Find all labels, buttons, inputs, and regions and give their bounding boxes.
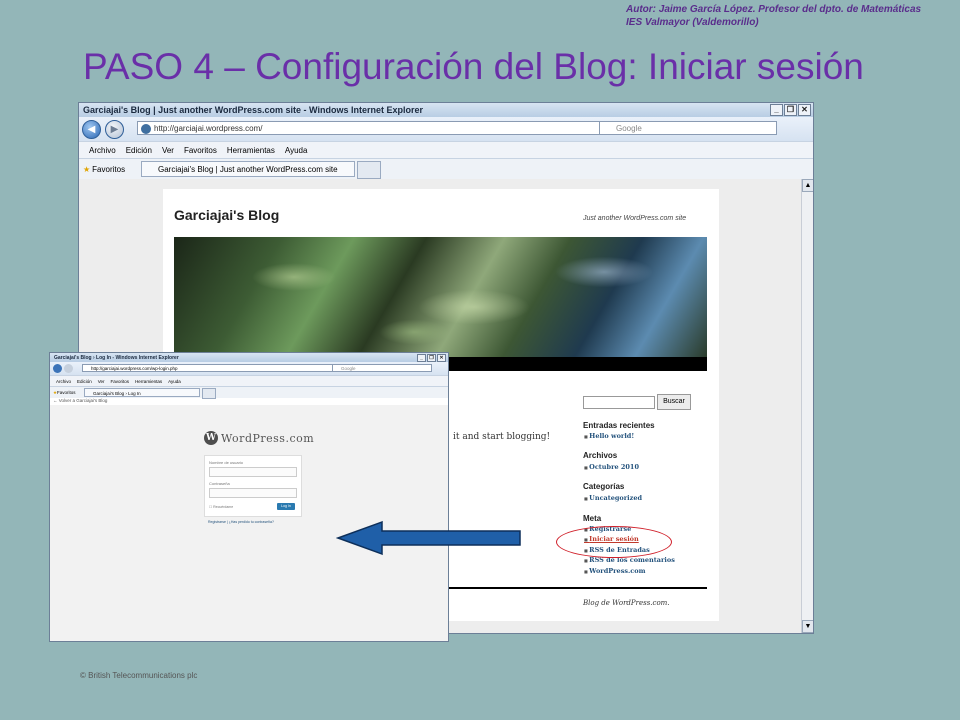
wordpress-logo: W WordPress.com — [204, 431, 314, 445]
login-search-input[interactable]: Google — [332, 364, 432, 372]
menu-favoritos[interactable]: Favoritos — [111, 379, 130, 384]
remember-checkbox[interactable]: ☐ Recuérdame — [209, 505, 233, 509]
minimize-icon[interactable]: _ — [417, 354, 426, 362]
login-tab[interactable]: Garciajai's Blog › Log In — [84, 388, 200, 397]
menu-edicion[interactable]: Edición — [126, 146, 152, 155]
sidebar-link[interactable]: Hello world! — [584, 432, 634, 440]
menu-ver[interactable]: Ver — [162, 146, 174, 155]
header-image — [174, 237, 707, 357]
address-row: ◀ ▶ http://garciajai.wordpress.com/ Goog… — [79, 117, 813, 141]
sidebar-link[interactable]: Uncategorized — [584, 494, 642, 502]
menu-archivo[interactable]: Archivo — [89, 146, 116, 155]
browser-title: Garciajai's Blog | Just another WordPres… — [83, 105, 423, 115]
login-menu-bar: Archivo Edición Ver Favoritos Herramient… — [50, 375, 448, 386]
close-icon[interactable]: ✕ — [437, 354, 446, 362]
wordpress-wordmark: WordPress.com — [221, 431, 315, 445]
slide-title: PASO 4 – Configuración del Blog: Iniciar… — [83, 46, 864, 87]
sidebar-heading: Archivos — [583, 451, 618, 460]
sidebar-heading: Categorías — [583, 482, 625, 491]
sidebar-heading: Meta — [583, 514, 602, 523]
back-icon[interactable] — [53, 364, 62, 373]
vertical-scrollbar[interactable]: ▲ ▼ — [801, 179, 813, 633]
site-icon — [141, 124, 151, 134]
login-button[interactable]: Log In — [277, 503, 295, 510]
username-field[interactable] — [209, 467, 297, 477]
maximize-icon[interactable]: ❐ — [784, 104, 797, 116]
menu-herramientas[interactable]: Herramientas — [135, 379, 162, 384]
blog-search-input[interactable] — [583, 396, 655, 409]
forward-icon[interactable] — [64, 364, 73, 373]
favorites-bar: ★ Favoritos Garciajai's Blog | Just anot… — [79, 159, 813, 179]
back-to-blog-link[interactable]: ← Volver a Garciajai's Blog — [53, 398, 107, 403]
login-address-row: http://garciajai.wordpress.com/wp-login.… — [50, 362, 448, 375]
login-favorites-bar: ★ Favoritos Garciajai's Blog › Log In — [50, 386, 448, 399]
menu-herramientas[interactable]: Herramientas — [227, 146, 275, 155]
blog-title[interactable]: Garciajai's Blog — [174, 207, 279, 223]
favorites-button[interactable]: Favoritos — [92, 165, 125, 174]
menu-ayuda[interactable]: Ayuda — [168, 379, 181, 384]
back-icon[interactable]: ◀ — [82, 119, 101, 139]
username-label: Nombre de usuario — [209, 460, 244, 465]
login-form: Nombre de usuario Contraseña ☐ Recuérdam… — [204, 455, 302, 517]
new-tab-button[interactable] — [202, 388, 216, 399]
new-tab-button[interactable] — [357, 161, 381, 179]
login-window: Garciajai's Blog › Log In - Windows Inte… — [49, 352, 449, 642]
login-window-title: Garciajai's Blog › Log In - Windows Inte… — [54, 354, 179, 361]
blog-search-button[interactable]: Buscar — [657, 394, 691, 410]
author-credit: Autor: Jaime García López. Profesor del … — [626, 3, 921, 29]
author-line-1: Autor: Jaime García López. Profesor del … — [626, 4, 922, 15]
favorites-button[interactable]: Favoritos — [57, 390, 76, 395]
forward-icon[interactable]: ▶ — [105, 119, 124, 139]
left-arrow-icon — [336, 520, 521, 556]
menu-archivo[interactable]: Archivo — [56, 379, 71, 384]
highlight-circle — [556, 526, 672, 558]
menu-edicion[interactable]: Edición — [77, 379, 92, 384]
browser-titlebar: Garciajai's Blog | Just another WordPres… — [79, 103, 813, 117]
scroll-down-icon[interactable]: ▼ — [802, 620, 813, 633]
password-field[interactable] — [209, 488, 297, 498]
wordpress-icon: W — [204, 431, 218, 445]
blog-tagline: Just another WordPress.com site — [583, 215, 687, 222]
copyright: © British Telecommunications plc — [80, 671, 198, 680]
address-bar[interactable]: http://garciajai.wordpress.com/ — [137, 121, 613, 135]
post-text: it and start blogging! — [453, 432, 551, 442]
login-address-bar[interactable]: http://garciajai.wordpress.com/wp-login.… — [82, 364, 340, 372]
password-label: Contraseña — [209, 481, 230, 486]
blog-footer[interactable]: Blog de WordPress.com. — [583, 599, 670, 607]
menu-favoritos[interactable]: Favoritos — [184, 146, 217, 155]
author-line-2: IES Valmayor (Valdemorillo) — [626, 17, 759, 28]
close-icon[interactable]: ✕ — [798, 104, 811, 116]
sidebar-heading: Entradas recientes — [583, 421, 655, 430]
menu-ver[interactable]: Ver — [98, 379, 105, 384]
menu-bar: Archivo Edición Ver Favoritos Herramient… — [79, 141, 813, 159]
search-input[interactable]: Google — [599, 121, 777, 135]
sidebar-link[interactable]: Octubre 2010 — [584, 463, 639, 471]
maximize-icon[interactable]: ❐ — [427, 354, 436, 362]
login-links[interactable]: Registrarse | ¿Has perdido tu contraseña… — [208, 520, 274, 524]
browser-tab[interactable]: Garciajai's Blog | Just another WordPres… — [141, 161, 355, 177]
star-icon: ★ — [83, 164, 91, 174]
minimize-icon[interactable]: _ — [770, 104, 783, 116]
menu-ayuda[interactable]: Ayuda — [285, 146, 308, 155]
login-window-titlebar: Garciajai's Blog › Log In - Windows Inte… — [50, 353, 448, 362]
scroll-up-icon[interactable]: ▲ — [802, 179, 813, 192]
wordpress-link[interactable]: WordPress.com — [584, 567, 645, 575]
